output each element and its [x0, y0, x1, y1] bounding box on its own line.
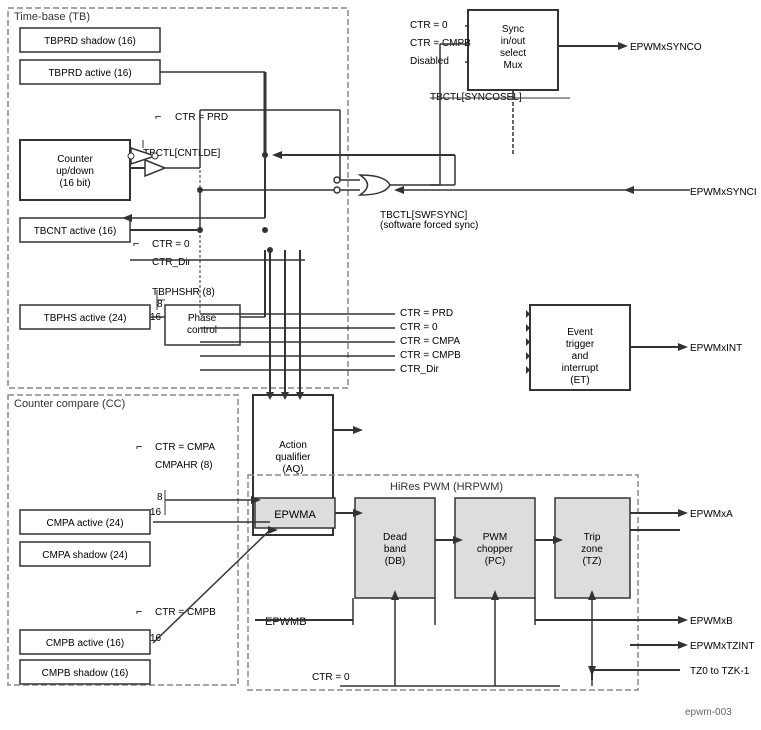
- ctr-dir-label: CTR_Dir: [152, 257, 192, 268]
- epwmx-int-label: EPWMxINT: [690, 343, 742, 354]
- et-ctr-cmpb-label: CTR = CMPB: [400, 350, 461, 361]
- et-ctr-cmpa-label: CTR = CMPA: [400, 336, 460, 347]
- svg-text:(DB): (DB): [385, 556, 406, 567]
- bit16-cmpa-label: 16: [150, 507, 162, 518]
- svg-text:interrupt: interrupt: [562, 363, 599, 374]
- bit8-tbphs-label: 8: [157, 299, 163, 310]
- epwmb-label: EPWMB: [265, 616, 307, 628]
- cmpa-active-label: CMPA active (24): [46, 518, 123, 529]
- et-label: Event: [567, 327, 593, 338]
- svg-text:⌐: ⌐: [133, 238, 139, 250]
- svg-text:control: control: [187, 325, 217, 336]
- db-label: Dead: [383, 532, 407, 543]
- svg-text:(software forced sync): (software forced sync): [380, 220, 478, 231]
- svg-text:(AQ): (AQ): [282, 464, 303, 475]
- counter-compare-label: Counter compare (CC): [14, 398, 125, 410]
- tz0-tzk1-label: TZ0 to TZK-1: [690, 666, 750, 677]
- svg-text:(16 bit): (16 bit): [59, 178, 90, 189]
- et-ctr-zero-label: CTR = 0: [400, 322, 438, 333]
- svg-text:up/down: up/down: [56, 166, 94, 177]
- svg-text:⌐: ⌐: [155, 111, 161, 123]
- epwmx-synco-label: EPWMxSYNCO: [630, 42, 702, 53]
- svg-text:Mux: Mux: [504, 60, 523, 71]
- ctr-zero-bottom-label: CTR = 0: [312, 672, 350, 683]
- time-base-label: Time-base (TB): [14, 11, 90, 23]
- svg-text:in/out: in/out: [501, 36, 526, 47]
- epwmx-synci-label: EPWMxSYNCI: [690, 187, 757, 198]
- sync-disabled-label: Disabled: [410, 56, 449, 67]
- bit16-cmpb-label: 16: [150, 633, 162, 644]
- svg-text:(ET): (ET): [570, 375, 589, 386]
- tz-label: Trip: [584, 532, 601, 543]
- et-ctr-dir-label: CTR_Dir: [400, 364, 440, 375]
- svg-text:⌐: ⌐: [136, 441, 142, 453]
- svg-text:qualifier: qualifier: [275, 452, 311, 463]
- tbcnt-active-label: TBCNT active (16): [34, 226, 117, 237]
- tbphs-active-label: TBPHS active (24): [44, 313, 127, 324]
- epwma-label: EPWMA: [274, 509, 316, 521]
- svg-text:select: select: [500, 48, 526, 59]
- ctr-zero-label: CTR = 0: [152, 239, 190, 250]
- ctr-prd-label: CTR = PRD: [175, 112, 228, 123]
- diagram-container: Time-base (TB) TBPRD shadow (16) TBPRD a…: [0, 0, 761, 730]
- pc-label: PWM: [483, 532, 507, 543]
- cmpahr-label: CMPAHR (8): [155, 460, 213, 471]
- ctr-cmpa-label: CTR = CMPA: [155, 442, 215, 453]
- cmpa-shadow-label: CMPA shadow (24): [42, 550, 127, 561]
- svg-text:⌐: ⌐: [136, 606, 142, 618]
- svg-text:chopper: chopper: [477, 544, 514, 555]
- epwmxa-label: EPWMxA: [690, 509, 733, 520]
- epwmxb-label: EPWMxB: [690, 616, 733, 627]
- aq-label: Action: [279, 440, 307, 451]
- svg-text:and: and: [572, 351, 589, 362]
- cmpb-active-label: CMPB active (16): [46, 638, 124, 649]
- bit8-cmpa-label: 8: [157, 492, 163, 503]
- cmpb-shadow-label: CMPB shadow (16): [42, 668, 129, 679]
- tbprd-shadow-label: TBPRD shadow (16): [44, 36, 136, 47]
- figure-label: epwm-003: [685, 707, 732, 718]
- svg-text:(TZ): (TZ): [583, 556, 602, 567]
- et-ctr-prd-label: CTR = PRD: [400, 308, 453, 319]
- epwmx-tzint-label: EPWMxTZINT: [690, 641, 754, 652]
- svg-text:(PC): (PC): [485, 556, 506, 567]
- counter-updown-label: Counter: [57, 154, 93, 165]
- sync-ctr0-label: CTR = 0: [410, 20, 448, 31]
- tbphshr-label: TBPHSHR (8): [152, 287, 215, 298]
- tbprd-active-label: TBPRD active (16): [48, 68, 131, 79]
- svg-text:zone: zone: [581, 544, 603, 555]
- hrpwm-label: HiRes PWM (HRPWM): [390, 481, 503, 493]
- svg-text:trigger: trigger: [566, 339, 595, 350]
- sync-mux-label: Sync: [502, 24, 524, 35]
- svg-text:band: band: [384, 544, 406, 555]
